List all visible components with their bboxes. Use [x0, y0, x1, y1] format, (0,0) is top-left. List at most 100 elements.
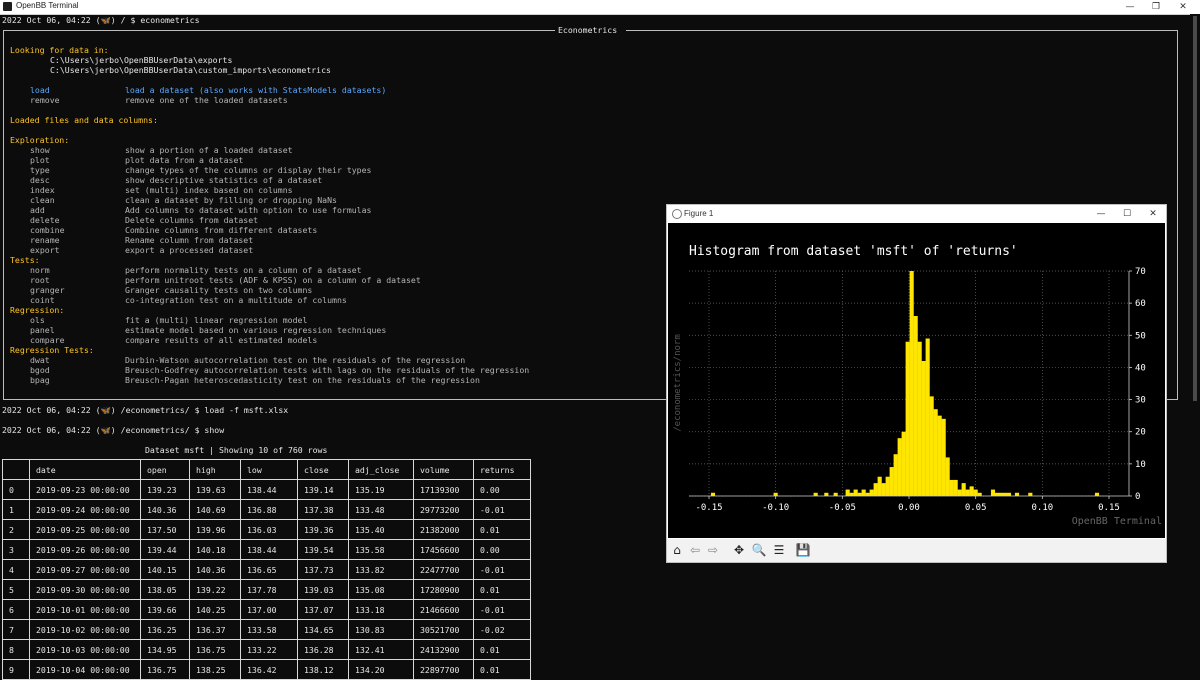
menu-command-rename[interactable]: rename [30, 235, 60, 245]
menu-command-clean[interactable]: clean [30, 195, 55, 205]
menu-command-panel[interactable]: panel [30, 325, 55, 335]
table-row: 3 2019-09-26 00:00:00 139.44 140.18 138.44 13… [2, 539, 531, 560]
save-icon[interactable]: 💾 [795, 542, 811, 558]
table-cell: 2019-10-04 00:00:00 [29, 659, 141, 680]
table-cell: 134.65 [297, 619, 349, 640]
menu-command-desc: remove one of the loaded datasets [125, 95, 288, 105]
zoom-icon[interactable]: 🔍 [751, 542, 767, 558]
histogram-bar [1006, 492, 1012, 496]
menu-command-desc: compare results of all estimated models [125, 335, 318, 345]
terminal-app-icon [3, 2, 12, 11]
table-cell: 133.82 [348, 559, 414, 580]
menu-command-desc[interactable]: desc [30, 175, 50, 185]
menu-command-index[interactable]: index [30, 185, 55, 195]
menu-command-bgod[interactable]: bgod [30, 365, 50, 375]
scrollbar-thumb[interactable] [1193, 16, 1197, 401]
figure-minimize-button[interactable]: — [1088, 205, 1114, 223]
table-cell: 140.15 [140, 559, 190, 580]
menu-command-coint[interactable]: coint [30, 295, 55, 305]
table-row: 1 2019-09-24 00:00:00 140.36 140.69 136.88 13… [2, 499, 531, 520]
forward-icon[interactable]: ⇨ [705, 542, 721, 558]
table-cell: 135.40 [348, 519, 414, 540]
menu-command-desc: export a processed dataset [125, 245, 254, 255]
table-cell: 136.75 [189, 639, 241, 660]
menu-command-desc: co-integration test on a multitude of co… [125, 295, 347, 305]
figure-maximize-button[interactable]: ☐ [1114, 205, 1140, 223]
histogram-bar [937, 415, 942, 496]
table-cell: 139.63 [189, 479, 241, 500]
histogram-bar [969, 486, 974, 496]
y-tick-label: 50 [1135, 331, 1146, 341]
table-cell: 139.03 [297, 579, 349, 600]
figure-app-icon [672, 209, 682, 219]
back-icon[interactable]: ⇦ [687, 542, 703, 558]
x-tick-label: 0.15 [1098, 503, 1120, 513]
menu-command-desc: load a dataset (also works with StatsMod… [125, 85, 387, 95]
close-button[interactable]: ✕ [1170, 0, 1196, 14]
menu-command-granger[interactable]: granger [30, 285, 65, 295]
menu-command-desc: show descriptive statistics of a dataset [125, 175, 323, 185]
histogram-bar [933, 409, 938, 496]
figure-canvas[interactable]: Histogram from dataset 'msft' of 'return… [668, 223, 1165, 538]
y-tick-label: 0 [1135, 492, 1140, 502]
table-cell: 0.01 [473, 659, 531, 680]
table-cell: 17280900 [413, 579, 474, 600]
table-cell: 137.73 [297, 559, 349, 580]
table-cell: 22897700 [413, 659, 474, 680]
figure-close-button[interactable]: ✕ [1140, 205, 1166, 223]
histogram-bar [977, 492, 982, 496]
menu-command-add[interactable]: add [30, 205, 45, 215]
table-caption: Dataset msft | Showing 10 of 760 rows [145, 445, 328, 455]
table-cell: 137.00 [240, 599, 298, 620]
table-cell: -0.01 [473, 499, 531, 520]
table-row: 0 2019-09-23 00:00:00 139.23 139.63 138.44 13… [2, 479, 531, 500]
histogram-bar [897, 438, 902, 496]
menu-command-load[interactable]: load [30, 85, 50, 95]
menu-command-ols[interactable]: ols [30, 315, 45, 325]
window-titlebar: OpenBB Terminal — ❐ ✕ [0, 0, 1200, 15]
table-cell: 138.44 [240, 479, 298, 500]
menu-command-dwat[interactable]: dwat [30, 355, 50, 365]
histogram-bar [973, 489, 978, 496]
menu-command-export[interactable]: export [30, 245, 60, 255]
x-tick-label: -0.05 [829, 503, 856, 513]
histogram-bar [824, 492, 829, 496]
looking-for-label: Looking for data in: [10, 45, 109, 55]
menu-command-norm[interactable]: norm [30, 265, 50, 275]
table-cell: 2019-09-26 00:00:00 [29, 539, 141, 560]
histogram-bar [929, 396, 934, 496]
menu-command-plot[interactable]: plot [30, 155, 50, 165]
table-cell: 17456600 [413, 539, 474, 560]
table-cell: 133.22 [240, 639, 298, 660]
table-cell: 139.96 [189, 519, 241, 540]
histogram-bar [853, 489, 858, 496]
table-cell: 24132900 [413, 639, 474, 660]
table-cell: 136.37 [189, 619, 241, 640]
menu-command-delete[interactable]: delete [30, 215, 60, 225]
pan-icon[interactable]: ✥ [731, 542, 747, 558]
table-row: 6 2019-10-01 00:00:00 139.66 140.25 137.00 13… [2, 599, 531, 620]
menu-command-bpag[interactable]: bpag [30, 375, 50, 385]
table-cell: 9 [2, 659, 30, 680]
table-cell: 140.25 [189, 599, 241, 620]
menu-command-combine[interactable]: combine [30, 225, 65, 235]
table-cell: 0.01 [473, 639, 531, 660]
y-tick-label: 70 [1135, 267, 1146, 277]
table-cell: 140.18 [189, 539, 241, 560]
minimize-button[interactable]: — [1117, 0, 1143, 14]
column-header: adj_close [348, 459, 414, 480]
menu-command-root[interactable]: root [30, 275, 50, 285]
maximize-button[interactable]: ❐ [1143, 0, 1169, 14]
menu-command-compare[interactable]: compare [30, 335, 65, 345]
configure-icon[interactable]: ☰ [771, 542, 787, 558]
menu-command-remove[interactable]: remove [30, 95, 60, 105]
table-cell: 137.38 [297, 499, 349, 520]
table-cell: 132.41 [348, 639, 414, 660]
menu-command-show[interactable]: show [30, 145, 50, 155]
window-title: OpenBB Terminal [16, 1, 79, 10]
histogram-bar [813, 492, 818, 496]
table-cell: 133.58 [240, 619, 298, 640]
figure-window: Figure 1 — ☐ ✕ Histogram from dataset 'm… [666, 204, 1167, 563]
home-icon[interactable]: ⌂ [669, 542, 685, 558]
menu-command-type[interactable]: type [30, 165, 50, 175]
